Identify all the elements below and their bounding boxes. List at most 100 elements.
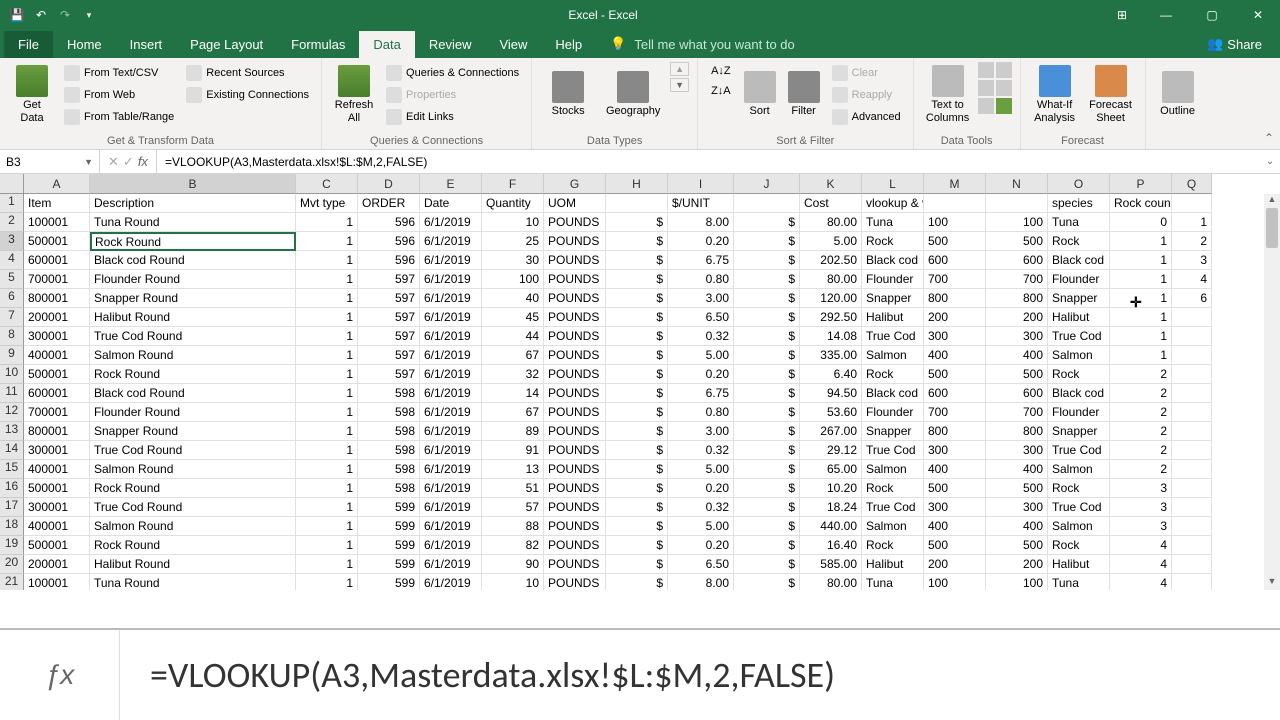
cell[interactable]: 1 bbox=[1110, 270, 1172, 289]
cell[interactable]: 700001 bbox=[24, 403, 90, 422]
cell[interactable]: $ bbox=[734, 327, 800, 346]
cell[interactable]: 32 bbox=[482, 365, 544, 384]
cell[interactable]: POUNDS bbox=[544, 498, 606, 517]
cell[interactable]: POUNDS bbox=[544, 479, 606, 498]
cell[interactable]: POUNDS bbox=[544, 517, 606, 536]
cell[interactable]: 100 bbox=[924, 574, 986, 590]
cell[interactable]: $ bbox=[734, 479, 800, 498]
col-header-E[interactable]: E bbox=[420, 174, 482, 194]
cell[interactable]: 400 bbox=[924, 517, 986, 536]
cell[interactable]: 599 bbox=[358, 574, 420, 590]
cell[interactable]: $ bbox=[734, 365, 800, 384]
cancel-formula-icon[interactable]: ✕ bbox=[108, 154, 119, 170]
queries-connections-button[interactable]: Queries & Connections bbox=[382, 62, 523, 84]
cell[interactable]: 0.32 bbox=[668, 327, 734, 346]
sort-button[interactable]: Sort bbox=[740, 62, 780, 128]
cell[interactable]: 598 bbox=[358, 384, 420, 403]
cell[interactable]: $ bbox=[734, 289, 800, 308]
cell[interactable]: $ bbox=[606, 308, 668, 327]
cell[interactable]: 700 bbox=[924, 403, 986, 422]
cell[interactable] bbox=[1172, 574, 1212, 590]
cell[interactable]: 599 bbox=[358, 498, 420, 517]
cell[interactable]: 500 bbox=[924, 479, 986, 498]
cell[interactable]: 6/1/2019 bbox=[420, 251, 482, 270]
cell[interactable]: Black cod Round bbox=[90, 251, 296, 270]
cell[interactable]: $ bbox=[734, 422, 800, 441]
cell[interactable]: $ bbox=[606, 441, 668, 460]
tab-page-layout[interactable]: Page Layout bbox=[176, 31, 277, 58]
cell[interactable]: $ bbox=[606, 498, 668, 517]
cell[interactable]: 300 bbox=[924, 498, 986, 517]
select-all-corner[interactable] bbox=[0, 174, 24, 194]
cell[interactable]: 6/1/2019 bbox=[420, 498, 482, 517]
cell[interactable]: $ bbox=[734, 403, 800, 422]
cell[interactable]: 2 bbox=[1110, 460, 1172, 479]
edit-links-button[interactable]: Edit Links bbox=[382, 106, 523, 128]
cell[interactable]: 2 bbox=[1110, 441, 1172, 460]
cell[interactable]: 4 bbox=[1110, 555, 1172, 574]
cell[interactable]: 200 bbox=[986, 555, 1048, 574]
row-header[interactable]: 6 bbox=[0, 289, 24, 308]
row-header[interactable]: 5 bbox=[0, 270, 24, 289]
cell[interactable]: Flounder bbox=[862, 270, 924, 289]
cell[interactable] bbox=[1172, 403, 1212, 422]
cell[interactable]: Tuna bbox=[1048, 574, 1110, 590]
flash-fill-icon[interactable] bbox=[978, 62, 994, 78]
tab-help[interactable]: Help bbox=[541, 31, 596, 58]
name-box-dropdown-icon[interactable]: ▼ bbox=[84, 157, 93, 167]
cell[interactable]: POUNDS bbox=[544, 365, 606, 384]
cell[interactable]: 598 bbox=[358, 403, 420, 422]
cell[interactable]: 6/1/2019 bbox=[420, 327, 482, 346]
cell[interactable]: $ bbox=[734, 213, 800, 232]
cell[interactable]: Snapper bbox=[862, 422, 924, 441]
scrollbar-thumb[interactable] bbox=[1266, 208, 1278, 248]
cell[interactable]: 0.32 bbox=[668, 441, 734, 460]
cell[interactable]: 596 bbox=[358, 232, 420, 251]
cell[interactable]: 800001 bbox=[24, 422, 90, 441]
cell[interactable]: POUNDS bbox=[544, 384, 606, 403]
cell[interactable]: Tuna bbox=[862, 574, 924, 590]
cell[interactable]: 6/1/2019 bbox=[420, 365, 482, 384]
cell[interactable]: Salmon bbox=[862, 460, 924, 479]
from-text-csv-button[interactable]: From Text/CSV bbox=[60, 62, 178, 84]
cell[interactable]: 267.00 bbox=[800, 422, 862, 441]
cell[interactable]: Snapper bbox=[1048, 289, 1110, 308]
cell[interactable]: $ bbox=[606, 460, 668, 479]
cell[interactable]: Rock Round bbox=[90, 536, 296, 555]
cell[interactable]: $ bbox=[606, 232, 668, 251]
cell[interactable]: $ bbox=[606, 574, 668, 590]
cell[interactable]: Rock Round bbox=[90, 232, 296, 251]
col-header-B[interactable]: B bbox=[90, 174, 296, 194]
cell[interactable]: Rock bbox=[862, 536, 924, 555]
cell[interactable]: True Cod bbox=[862, 441, 924, 460]
cell[interactable] bbox=[1172, 384, 1212, 403]
row-header[interactable]: 15 bbox=[0, 460, 24, 479]
cell[interactable]: 45 bbox=[482, 308, 544, 327]
row-header[interactable]: 17 bbox=[0, 498, 24, 517]
cell[interactable]: 100 bbox=[986, 213, 1048, 232]
cell[interactable] bbox=[1172, 308, 1212, 327]
cell[interactable]: 500 bbox=[986, 365, 1048, 384]
chevron-down-icon[interactable]: ▼ bbox=[670, 78, 689, 92]
cell[interactable]: True Cod bbox=[1048, 327, 1110, 346]
cell[interactable]: Date bbox=[420, 194, 482, 213]
filter-button[interactable]: Filter bbox=[784, 62, 824, 128]
cell[interactable]: True Cod bbox=[862, 327, 924, 346]
from-table-button[interactable]: From Table/Range bbox=[60, 106, 178, 128]
qat-customize-icon[interactable]: ▾ bbox=[80, 6, 98, 24]
cell[interactable]: 300 bbox=[924, 327, 986, 346]
expand-formula-bar-icon[interactable]: ⌄ bbox=[1260, 156, 1280, 167]
cell[interactable]: 597 bbox=[358, 308, 420, 327]
cell[interactable]: Flounder bbox=[862, 403, 924, 422]
cell[interactable]: $ bbox=[734, 574, 800, 590]
cell[interactable]: True Cod bbox=[1048, 498, 1110, 517]
cell[interactable]: 200 bbox=[924, 308, 986, 327]
cell[interactable]: 6/1/2019 bbox=[420, 460, 482, 479]
cell[interactable]: 400 bbox=[986, 517, 1048, 536]
cell[interactable]: 1 bbox=[296, 213, 358, 232]
cell[interactable] bbox=[1172, 194, 1212, 213]
tab-insert[interactable]: Insert bbox=[116, 31, 177, 58]
cell[interactable]: 67 bbox=[482, 346, 544, 365]
cell[interactable]: $ bbox=[734, 517, 800, 536]
cell[interactable]: 5.00 bbox=[800, 232, 862, 251]
